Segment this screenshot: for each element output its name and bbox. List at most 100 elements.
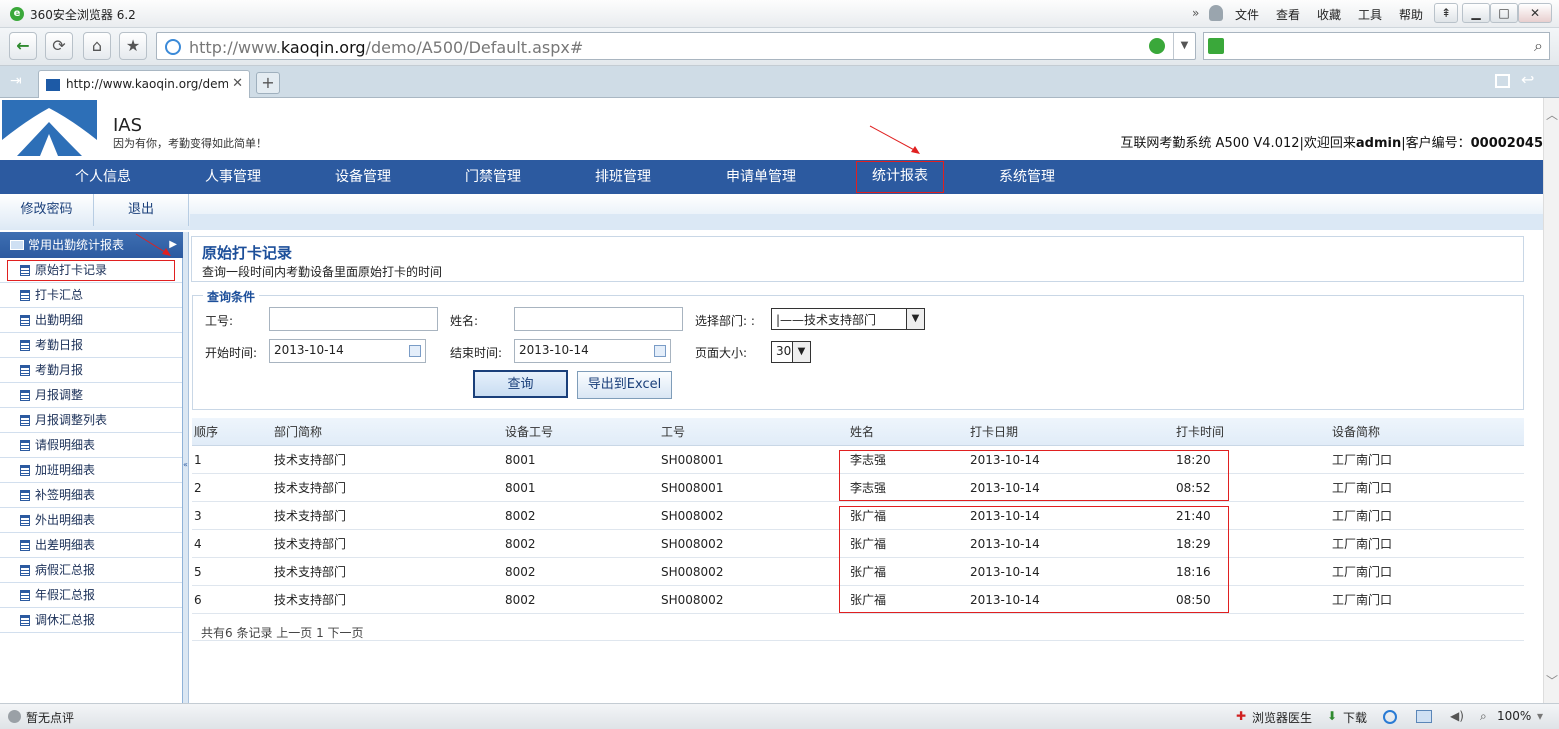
home-button[interactable]: ⌂ <box>83 32 111 60</box>
sidebar-item-comp-leave-summary[interactable]: 调休汇总报 <box>0 608 182 633</box>
menu-favorites[interactable]: 收藏 <box>1317 6 1341 23</box>
sidebar-item-leave-detail[interactable]: 请假明细表 <box>0 433 182 458</box>
nav-access-control[interactable]: 门禁管理 <box>428 160 558 194</box>
cell-index: 1 <box>194 453 202 467</box>
nav-personal-info[interactable]: 个人信息 <box>38 160 168 194</box>
search-icon[interactable]: ⌕ <box>1534 36 1543 56</box>
search-input[interactable]: ⌕ <box>1203 32 1550 60</box>
cell-index: 4 <box>194 537 202 551</box>
sidebar-toggle-icon[interactable]: ⇥ <box>10 73 22 89</box>
col-punch-date[interactable]: 打卡日期 <box>970 418 1018 446</box>
emp-no-input[interactable] <box>269 307 438 331</box>
sidebar-item-daily-report[interactable]: 考勤日报 <box>0 333 182 358</box>
sidebar-splitter[interactable]: « <box>183 232 189 703</box>
logout-link[interactable]: 退出 <box>94 194 189 226</box>
page-scrollbar[interactable]: ︿ ﹀ <box>1543 98 1559 703</box>
sidebar-item-resign-detail[interactable]: 补签明细表 <box>0 483 182 508</box>
restore-tabs-icon[interactable] <box>1495 74 1510 88</box>
screen-icon[interactable] <box>1416 710 1432 723</box>
new-tab-button[interactable]: + <box>256 72 280 94</box>
col-punch-time[interactable]: 打卡时间 <box>1176 418 1224 446</box>
nav-application-management[interactable]: 申请单管理 <box>688 160 834 194</box>
collapse-icon[interactable]: « <box>183 460 188 469</box>
sidebar-item-attendance-detail[interactable]: 出勤明细 <box>0 308 182 333</box>
document-icon <box>20 290 30 301</box>
favorite-star-button[interactable]: ★ <box>119 32 147 60</box>
end-date-input[interactable]: 2013-10-14 <box>514 339 671 363</box>
minimize-button[interactable]: ▁ <box>1462 3 1490 23</box>
calendar-icon[interactable] <box>654 345 666 357</box>
status-rating-text[interactable]: 暂无点评 <box>26 709 74 726</box>
sidebar-item-outing-detail[interactable]: 外出明细表 <box>0 508 182 533</box>
annotation-arrow-nav <box>869 125 920 154</box>
nav-device-management[interactable]: 设备管理 <box>298 160 428 194</box>
menu-help[interactable]: 帮助 <box>1399 6 1423 23</box>
menu-file[interactable]: 文件 <box>1235 6 1259 23</box>
browser-doctor-button[interactable]: 浏览器医生 <box>1252 709 1312 726</box>
cell-dept: 技术支持部门 <box>274 537 347 551</box>
name-input[interactable] <box>514 307 683 331</box>
zoom-level[interactable]: 100% <box>1497 709 1531 723</box>
start-date-input[interactable]: 2013-10-14 <box>269 339 426 363</box>
search-engine-icon[interactable] <box>1208 38 1224 54</box>
url-input[interactable]: http://www.kaoqin.org/demo/A500/Default.… <box>156 32 1196 60</box>
sidebar-item-monthly-report[interactable]: 考勤月报 <box>0 358 182 383</box>
cell-device-emp-no: 8002 <box>505 537 536 551</box>
col-emp-no[interactable]: 工号 <box>661 418 685 446</box>
chevron-down-icon[interactable]: ▼ <box>906 309 924 329</box>
ie-icon[interactable] <box>1383 710 1397 724</box>
dept-select[interactable]: |——技术支持部门 ▼ <box>771 308 925 330</box>
col-name[interactable]: 姓名 <box>850 418 874 446</box>
volume-icon[interactable]: ◀) <box>1450 709 1464 723</box>
pager[interactable]: 共有6 条记录 上一页 1 下一页 <box>201 624 364 641</box>
maximize-button[interactable]: □ <box>1490 3 1518 23</box>
document-icon <box>20 615 30 626</box>
query-button[interactable]: 查询 <box>473 370 568 398</box>
admin-name: admin <box>1355 136 1402 151</box>
change-password-link[interactable]: 修改密码 <box>0 194 94 226</box>
refresh-button[interactable]: ⟳ <box>45 32 73 60</box>
sidebar-item-overtime-detail[interactable]: 加班明细表 <box>0 458 182 483</box>
menu-view[interactable]: 查看 <box>1276 6 1300 23</box>
sidebar-item-sick-leave-summary[interactable]: 病假汇总报 <box>0 558 182 583</box>
menu-more-icon[interactable]: » <box>1192 6 1199 20</box>
browser-tab[interactable]: http://www.kaoqin.org/demo/A500/Default.… <box>38 70 250 98</box>
user-icon[interactable] <box>1209 5 1223 21</box>
menu-tools[interactable]: 工具 <box>1358 6 1382 23</box>
scroll-up-icon[interactable]: ︿ <box>1546 106 1558 123</box>
nav-hr-management[interactable]: 人事管理 <box>168 160 298 194</box>
cell-index: 6 <box>194 593 202 607</box>
cell-index: 5 <box>194 565 202 579</box>
undo-close-icon[interactable]: ↩ <box>1521 70 1534 89</box>
col-index[interactable]: 顺序 <box>194 418 218 446</box>
pin-icon[interactable]: ⇞ <box>1434 3 1458 23</box>
nav-system-management[interactable]: 系统管理 <box>962 160 1092 194</box>
ie-mode-icon[interactable] <box>1149 38 1165 54</box>
col-device-emp-no[interactable]: 设备工号 <box>505 418 553 446</box>
sidebar-item-business-trip-detail[interactable]: 出差明细表 <box>0 533 182 558</box>
page-size-select[interactable]: 30 ▼ <box>771 341 811 363</box>
tab-close-icon[interactable]: ✕ <box>232 76 243 91</box>
cell-device-emp-no: 8002 <box>505 593 536 607</box>
sidebar-item-monthly-adjust[interactable]: 月报调整 <box>0 383 182 408</box>
export-excel-button[interactable]: 导出到Excel <box>577 371 672 399</box>
scroll-down-icon[interactable]: ﹀ <box>1546 672 1558 689</box>
report-icon <box>10 240 24 250</box>
close-button[interactable]: ✕ <box>1518 3 1552 23</box>
site-logo <box>2 100 97 156</box>
nav-shift-management[interactable]: 排班管理 <box>558 160 688 194</box>
col-dept[interactable]: 部门简称 <box>274 418 322 446</box>
sidebar-item-monthly-adjust-list[interactable]: 月报调整列表 <box>0 408 182 433</box>
document-icon <box>20 590 30 601</box>
col-device-name[interactable]: 设备简称 <box>1332 418 1380 446</box>
url-dropdown-icon[interactable]: ▼ <box>1173 33 1195 59</box>
download-button[interactable]: 下载 <box>1343 709 1367 726</box>
calendar-icon[interactable] <box>409 345 421 357</box>
chevron-down-icon[interactable]: ▾ <box>1537 709 1543 723</box>
main-nav: 个人信息 人事管理 设备管理 门禁管理 排班管理 申请单管理 统计报表 系统管理 <box>0 160 1543 194</box>
document-icon <box>20 565 30 576</box>
sidebar-item-punch-summary[interactable]: 打卡汇总 <box>0 283 182 308</box>
chevron-down-icon[interactable]: ▼ <box>792 342 810 362</box>
sidebar-item-annual-leave-summary[interactable]: 年假汇总报 <box>0 583 182 608</box>
back-button[interactable]: ← <box>9 32 37 60</box>
